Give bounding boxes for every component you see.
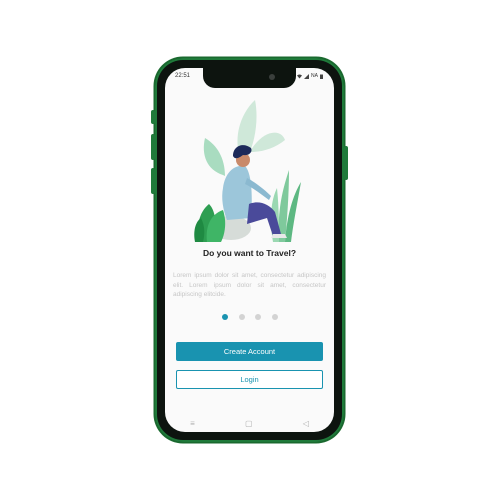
phone-frame: 22:51 NA Do you want to Travel? Lorem ip… [151, 58, 348, 442]
signal-icon [304, 73, 310, 79]
volume-down-button [151, 134, 155, 160]
battery-icon [320, 74, 323, 79]
silent-switch [151, 168, 155, 194]
onboarding-title: Do you want to Travel? [202, 248, 297, 258]
wifi-icon [297, 74, 303, 78]
page-dot-4[interactable] [271, 314, 278, 320]
page-dot-1[interactable] [222, 314, 228, 320]
power-button [344, 146, 348, 180]
travel-illustration [194, 100, 301, 242]
page-indicator [222, 314, 278, 322]
home-icon[interactable]: ▢ [245, 419, 253, 428]
screen: 22:51 NA Do you want to Travel? Lorem ip… [165, 68, 334, 432]
camera-icon [269, 74, 275, 80]
recent-apps-icon[interactable]: ≡ [190, 419, 195, 428]
page-dot-2[interactable] [238, 314, 245, 320]
status-icons: NA [297, 73, 323, 79]
create-account-button[interactable]: Create Account [176, 342, 323, 361]
notch [203, 68, 296, 88]
system-navigation-bar: ≡ ▢ ◁ [165, 414, 334, 432]
status-time: 22:51 [175, 73, 191, 79]
login-button[interactable]: Login [176, 370, 323, 389]
onboarding-description: Lorem ipsum dolor sit amet, consectetur … [173, 272, 326, 298]
volume-up-button [151, 110, 155, 124]
page-dot-3[interactable] [255, 314, 262, 320]
back-icon[interactable]: ◁ [303, 419, 309, 428]
battery-label: NA [311, 73, 318, 79]
